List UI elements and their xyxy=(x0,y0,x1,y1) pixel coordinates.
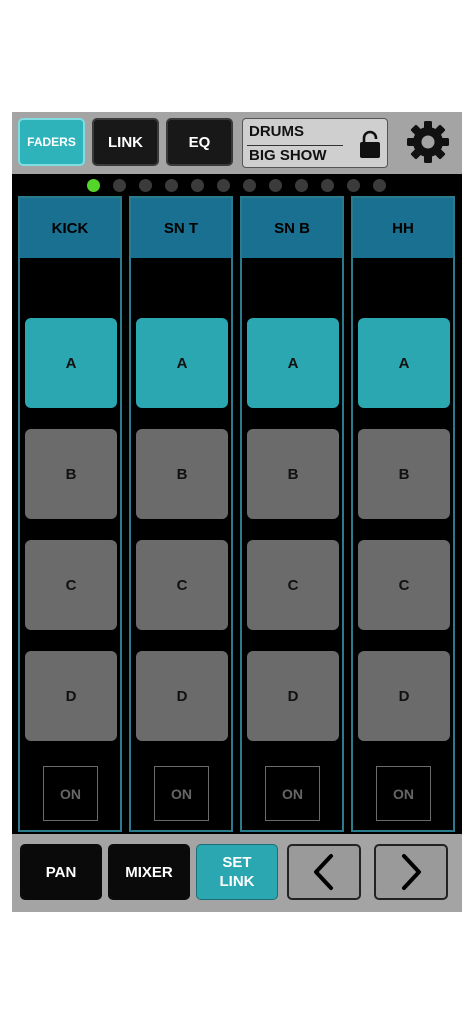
page-dot[interactable] xyxy=(113,179,126,192)
pad-c-button[interactable]: C xyxy=(358,540,450,630)
on-toggle-button[interactable]: ON xyxy=(376,766,431,821)
next-button[interactable] xyxy=(374,844,448,900)
pad-b-button[interactable]: B xyxy=(25,429,117,519)
bottom-toolbar: PAN MIXER SET LINK xyxy=(12,834,462,912)
pad-b-button[interactable]: B xyxy=(247,429,339,519)
chevron-right-icon xyxy=(402,854,421,890)
pad-a-button[interactable]: A xyxy=(25,318,117,408)
page-indicator xyxy=(12,174,462,196)
pad-a-button[interactable]: A xyxy=(247,318,339,408)
pan-button[interactable]: PAN xyxy=(20,844,102,900)
divider xyxy=(247,145,343,146)
group-name: DRUMS xyxy=(249,123,304,140)
pad-b-button[interactable]: B xyxy=(358,429,450,519)
app-window: FADERS LINK EQ DRUMS BIG SHOW KICK A B C… xyxy=(12,112,462,912)
channel-strip: KICK A B C D ON xyxy=(18,196,122,832)
channel-name-header[interactable]: SN T xyxy=(131,198,231,258)
page-dot[interactable] xyxy=(243,179,256,192)
gear-icon[interactable] xyxy=(406,120,450,164)
page-dot[interactable] xyxy=(295,179,308,192)
pad-d-button[interactable]: D xyxy=(247,651,339,741)
show-name: BIG SHOW xyxy=(249,147,327,164)
channel-name-header[interactable]: SN B xyxy=(242,198,342,258)
set-link-label-line2: LINK xyxy=(219,873,255,890)
link-button[interactable]: LINK xyxy=(92,118,159,166)
channel-name-header[interactable]: KICK xyxy=(20,198,120,258)
lock-icon[interactable] xyxy=(359,129,381,159)
pad-d-button[interactable]: D xyxy=(136,651,228,741)
top-toolbar: FADERS LINK EQ DRUMS BIG SHOW xyxy=(12,112,462,174)
page-dot[interactable] xyxy=(217,179,230,192)
pad-b-button[interactable]: B xyxy=(136,429,228,519)
pad-c-button[interactable]: C xyxy=(25,540,117,630)
page-dot[interactable] xyxy=(347,179,360,192)
chevron-left-icon xyxy=(314,854,333,890)
page-dot[interactable] xyxy=(269,179,282,192)
on-toggle-button[interactable]: ON xyxy=(43,766,98,821)
pad-a-button[interactable]: A xyxy=(358,318,450,408)
channel-strip: HH A B C D ON xyxy=(351,196,455,832)
on-toggle-button[interactable]: ON xyxy=(265,766,320,821)
pad-c-button[interactable]: C xyxy=(247,540,339,630)
faders-button[interactable]: FADERS xyxy=(18,118,85,166)
set-link-button[interactable]: SET LINK xyxy=(196,844,278,900)
page-dot[interactable] xyxy=(139,179,152,192)
page-dot[interactable] xyxy=(321,179,334,192)
page-dot[interactable] xyxy=(373,179,386,192)
channel-name-header[interactable]: HH xyxy=(353,198,453,258)
channel-strip: SN T A B C D ON xyxy=(129,196,233,832)
pad-d-button[interactable]: D xyxy=(358,651,450,741)
pad-a-button[interactable]: A xyxy=(136,318,228,408)
eq-button[interactable]: EQ xyxy=(166,118,233,166)
set-link-label-line1: SET xyxy=(222,854,252,871)
on-toggle-button[interactable]: ON xyxy=(154,766,209,821)
previous-button[interactable] xyxy=(287,844,361,900)
pad-c-button[interactable]: C xyxy=(136,540,228,630)
page-dot[interactable] xyxy=(87,179,100,192)
pad-d-button[interactable]: D xyxy=(25,651,117,741)
mixer-button[interactable]: MIXER xyxy=(108,844,190,900)
page-dot[interactable] xyxy=(191,179,204,192)
show-selector[interactable]: DRUMS BIG SHOW xyxy=(242,118,388,168)
page-dot[interactable] xyxy=(165,179,178,192)
channel-strip: SN B A B C D ON xyxy=(240,196,344,832)
